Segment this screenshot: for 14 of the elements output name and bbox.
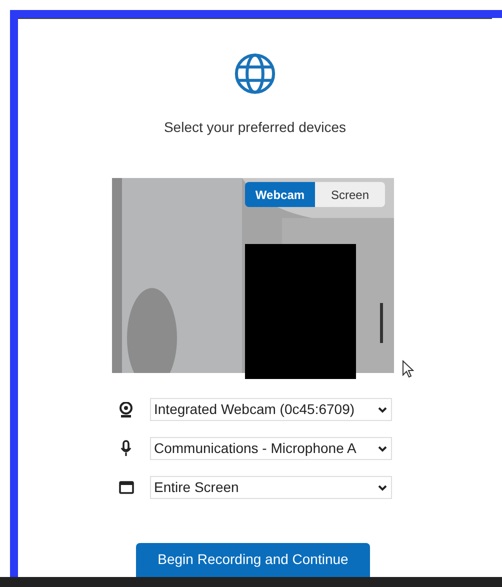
webcam-icon xyxy=(119,402,133,418)
chevron-icon xyxy=(378,406,387,412)
window-icon xyxy=(118,481,134,494)
device-select[interactable]: Entire Screen xyxy=(150,476,392,499)
chevron-icon xyxy=(378,446,387,452)
source-tab[interactable]: Screen xyxy=(315,182,385,207)
cursor-icon xyxy=(402,360,414,378)
begin-recording-button[interactable]: Begin Recording and Continue xyxy=(136,543,370,577)
chevron-icon xyxy=(378,484,387,490)
dialog-heading: Select your preferred devices xyxy=(164,118,346,137)
device-select[interactable]: Communications - Microphone A xyxy=(150,437,392,460)
microphone-icon xyxy=(120,440,132,457)
device-select[interactable]: Integrated Webcam (0c45:6709) xyxy=(150,398,392,421)
source-tab[interactable]: Webcam xyxy=(245,182,315,207)
